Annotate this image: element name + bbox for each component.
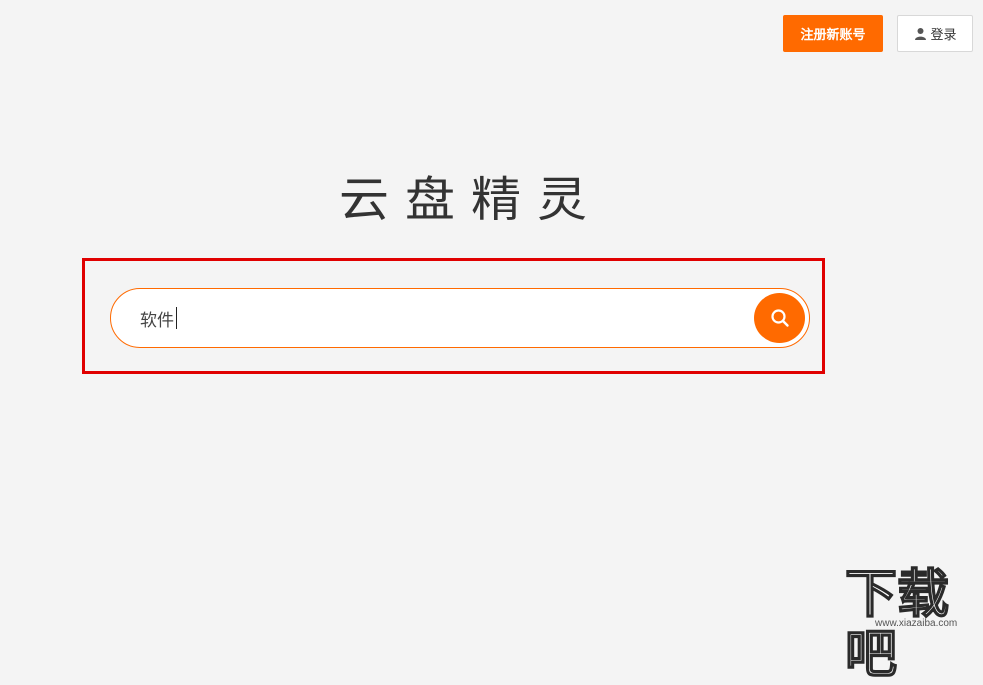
- search-icon: [770, 308, 790, 328]
- app-logo: 云 盘 精 灵: [333, 168, 593, 232]
- logo-char: 盘: [405, 172, 455, 228]
- logo-char: 精: [471, 172, 521, 228]
- search-input[interactable]: [140, 297, 740, 339]
- login-label: 登录: [930, 27, 957, 42]
- search-button[interactable]: [754, 293, 805, 343]
- site-watermark: 下载吧 www.xiazaiba.com: [844, 564, 983, 685]
- logo-char: 灵: [537, 172, 587, 228]
- logo-char: 云: [339, 172, 389, 228]
- search-bar: [110, 288, 810, 348]
- login-button[interactable]: 登录: [897, 15, 973, 52]
- watermark-url: www.xiazaiba.com: [875, 618, 958, 629]
- user-icon: [913, 27, 927, 41]
- text-caret: [176, 307, 177, 329]
- register-button[interactable]: 注册新账号: [783, 15, 883, 52]
